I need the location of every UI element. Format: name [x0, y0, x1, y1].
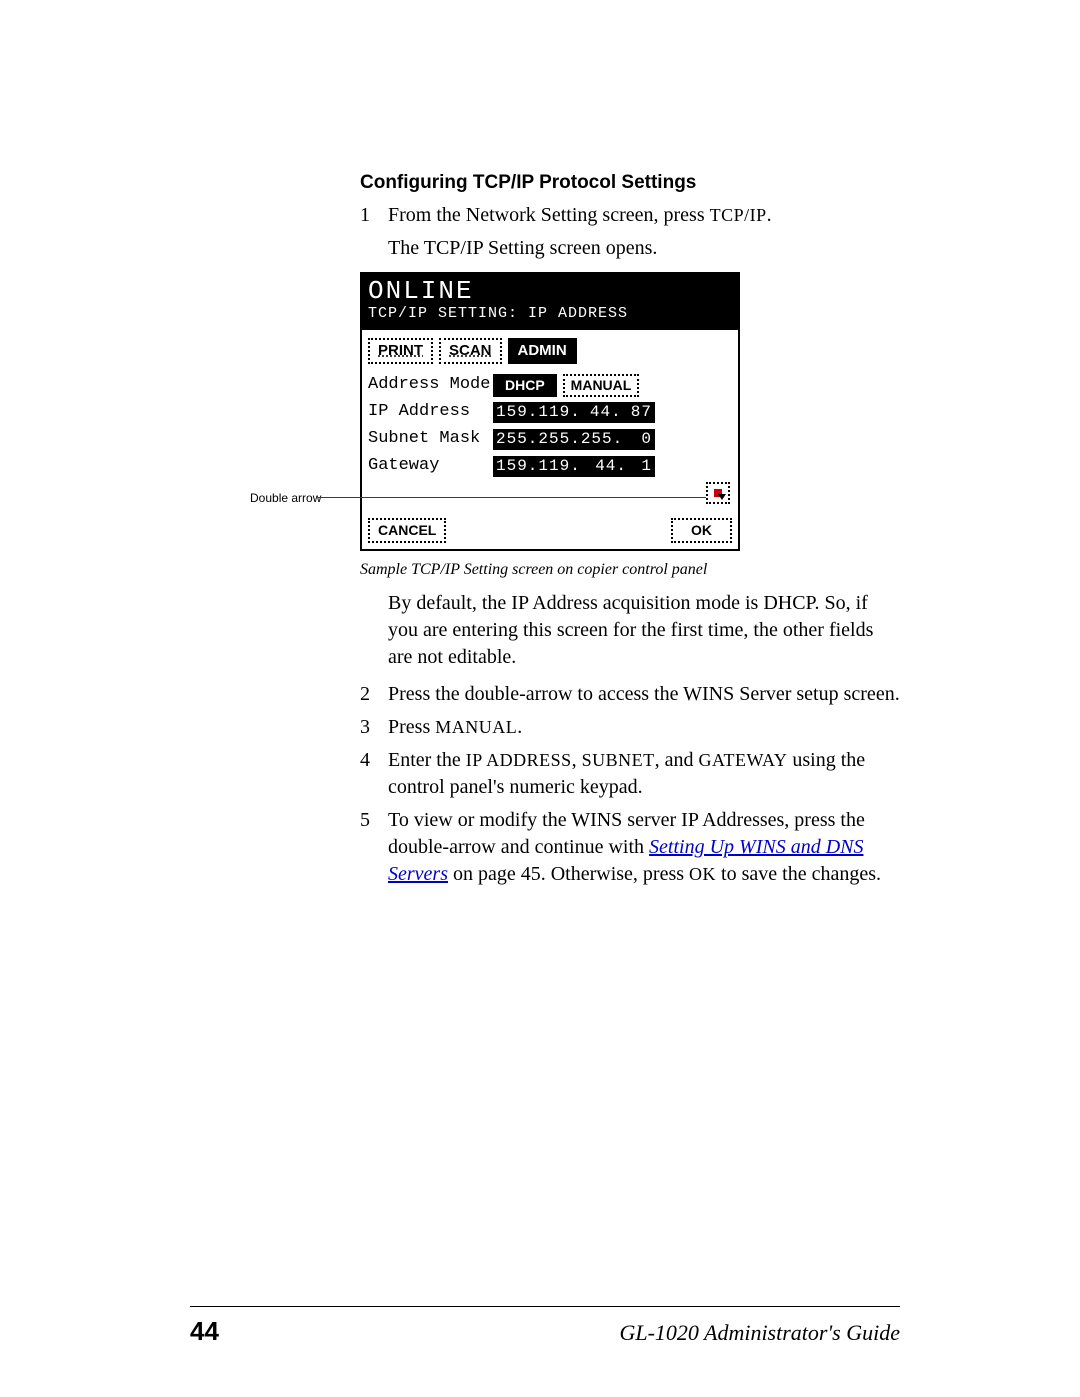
step-1-text-a: From the Network Setting screen, press [388, 204, 710, 226]
lcd-footer: CANCEL OK [362, 512, 738, 549]
s4-a: Enter the [388, 749, 466, 771]
ip-address-row: IP Address 159.119. 44. 87 [368, 401, 732, 424]
step-body: To view or modify the WINS server IP Add… [388, 807, 900, 888]
s5-b: on page 45. Otherwise, press [448, 863, 689, 885]
address-mode-label: Address Mode [368, 374, 493, 397]
step-number: 1 [360, 202, 388, 262]
ip-oct-12: 159.119. [496, 402, 581, 424]
step-number: 4 [360, 747, 388, 801]
sm-oct-123: 255.255.255. [496, 429, 623, 451]
subnet-mask-label: Subnet Mask [368, 428, 493, 451]
content-column: Configuring TCP/IP Protocol Settings 1 F… [360, 170, 900, 888]
section-heading: Configuring TCP/IP Protocol Settings [360, 170, 900, 196]
ip-oct-3: 44. [590, 402, 622, 424]
dhcp-button[interactable]: DHCP [493, 374, 557, 397]
gateway-label: Gateway [368, 455, 493, 478]
ip-address-value[interactable]: 159.119. 44. 87 [493, 402, 655, 424]
lcd-status-online: ONLINE [368, 278, 732, 304]
step-body: Press MANUAL. [388, 714, 900, 741]
gw-oct-12: 159.119. [496, 456, 581, 478]
s4-b: , [572, 749, 582, 771]
gateway-row: Gateway 159.119. 44. 1 [368, 455, 732, 478]
callout-label-double-arrow: Double arrow [250, 490, 321, 506]
address-mode-row: Address Mode DHCP MANUAL [368, 374, 732, 397]
step-number: 5 [360, 807, 388, 888]
step-3-pre: Press [388, 716, 435, 738]
lcd-tab-row: PRINT SCAN ADMIN [368, 338, 732, 364]
s5-c: to save the changes. [716, 863, 881, 885]
lcd-figure: Double arrow ONLINE TCP/IP SETTING: IP A… [360, 272, 900, 551]
double-arrow-button[interactable] [706, 482, 730, 504]
subnet-mask-row: Subnet Mask 255.255.255. 0 [368, 428, 732, 451]
gw-oct-3: 44. [595, 456, 627, 478]
cancel-button[interactable]: CANCEL [368, 518, 446, 543]
ok-button[interactable]: OK [671, 518, 732, 543]
footer-rule [190, 1306, 900, 1307]
lcd-header: ONLINE TCP/IP SETTING: IP ADDRESS [362, 274, 738, 330]
step-body: Enter the IP ADDRESS, SUBNET, and GATEWA… [388, 747, 900, 801]
double-arrow-row [368, 482, 732, 504]
lcd-screen-title: TCP/IP SETTING: IP ADDRESS [368, 304, 732, 324]
gw-oct-4: 1 [641, 456, 652, 478]
page-number: 44 [190, 1316, 219, 1347]
figure-caption: Sample TCP/IP Setting screen on copier c… [360, 559, 900, 581]
step-3-post: . [517, 716, 522, 738]
inline-button-ref-manual: MANUAL [435, 717, 517, 737]
sm-oct-4: 0 [641, 429, 652, 451]
inline-field-ref-ip: IP ADDRESS [466, 750, 572, 770]
step-3: 3 Press MANUAL. [360, 714, 900, 741]
step-1-text-c: . [767, 204, 772, 226]
step-number: 3 [360, 714, 388, 741]
lcd-body: PRINT SCAN ADMIN Address Mode DHCP MANUA… [362, 330, 738, 512]
chevron-down-icon [718, 494, 726, 500]
print-tab[interactable]: PRINT [368, 338, 433, 364]
admin-tab[interactable]: ADMIN [508, 338, 577, 364]
page-footer: 44 GL-1020 Administrator's Guide [190, 1316, 900, 1347]
explanatory-paragraph: By default, the IP Address acquisition m… [388, 590, 900, 671]
inline-field-ref-gateway: GATEWAY [699, 750, 788, 770]
subnet-mask-value[interactable]: 255.255.255. 0 [493, 429, 655, 451]
step-2: 2 Press the double-arrow to access the W… [360, 681, 900, 708]
step-4: 4 Enter the IP ADDRESS, SUBNET, and GATE… [360, 747, 900, 801]
copier-lcd-panel: ONLINE TCP/IP SETTING: IP ADDRESS PRINT … [360, 272, 740, 551]
inline-button-ref-ok: OK [689, 864, 716, 884]
inline-field-ref-subnet: SUBNET [582, 750, 655, 770]
gateway-value[interactable]: 159.119. 44. 1 [493, 456, 655, 478]
guide-title: GL-1020 Administrator's Guide [619, 1320, 900, 1346]
step-5: 5 To view or modify the WINS server IP A… [360, 807, 900, 888]
step-body: From the Network Setting screen, press T… [388, 202, 900, 262]
step-body: Press the double-arrow to access the WIN… [388, 681, 900, 708]
manual-button[interactable]: MANUAL [563, 374, 640, 397]
step-1: 1 From the Network Setting screen, press… [360, 202, 900, 262]
step-1-line2: The TCP/IP Setting screen opens. [388, 237, 657, 259]
callout-leader-line [318, 497, 728, 498]
inline-button-ref-tcpip: TCP/IP [710, 205, 767, 225]
ip-oct-4: 87 [631, 402, 652, 424]
s4-c: , and [655, 749, 699, 771]
scan-tab[interactable]: SCAN [439, 338, 502, 364]
step-number: 2 [360, 681, 388, 708]
manual-page: Configuring TCP/IP Protocol Settings 1 F… [0, 0, 1080, 1397]
ip-address-label: IP Address [368, 401, 493, 424]
